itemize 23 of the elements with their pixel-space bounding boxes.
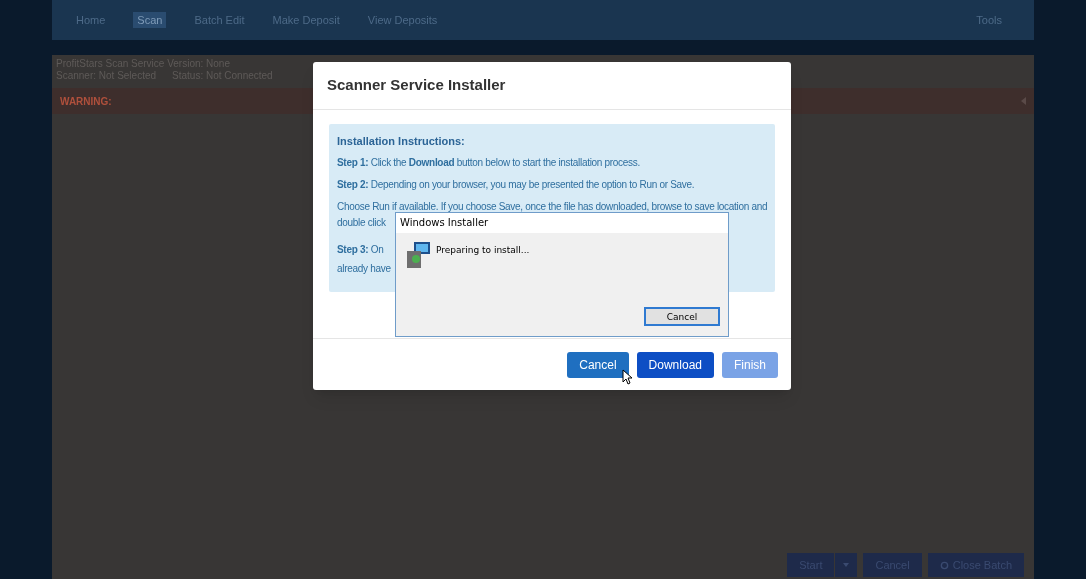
instruction-text: already have bbox=[337, 262, 392, 275]
dialog-title: Windows Installer bbox=[400, 216, 489, 230]
instruction-text: double click bbox=[337, 216, 387, 229]
cancel-button[interactable]: Cancel bbox=[567, 351, 629, 378]
nav-link[interactable]: Batch Edit bbox=[194, 11, 245, 29]
refresh-icon bbox=[939, 560, 949, 570]
nav-link[interactable]: Home bbox=[76, 11, 106, 29]
collapse-icon bbox=[1021, 97, 1026, 105]
cancel-button[interactable]: Cancel bbox=[644, 307, 720, 326]
modal-title: Scanner Service Installer bbox=[327, 75, 506, 96]
caret-icon bbox=[843, 563, 850, 567]
nav-link[interactable]: Scan bbox=[133, 11, 167, 29]
instruction-text: Choose Run if available. If you choose Save, once the file has downloaded, browse to save location and bbox=[337, 200, 767, 214]
instruction-text: Step 3: On bbox=[337, 243, 385, 256]
instruction-text: Step 1: Click the Download button below to start the installation process. bbox=[337, 156, 641, 170]
warning-label: WARNING: bbox=[60, 94, 112, 109]
dropdown-button[interactable] bbox=[835, 553, 858, 577]
installer-icon bbox=[406, 241, 432, 269]
instruction-text: Step 2: Depending on your browser, you may be presented the option to Run or Save. bbox=[337, 178, 696, 192]
instructions-heading: Installation Instructions: bbox=[337, 134, 466, 148]
progress-message: Preparing to install... bbox=[436, 244, 530, 257]
dialog-button[interactable]: Download bbox=[636, 351, 714, 378]
cursor-icon bbox=[622, 369, 633, 385]
